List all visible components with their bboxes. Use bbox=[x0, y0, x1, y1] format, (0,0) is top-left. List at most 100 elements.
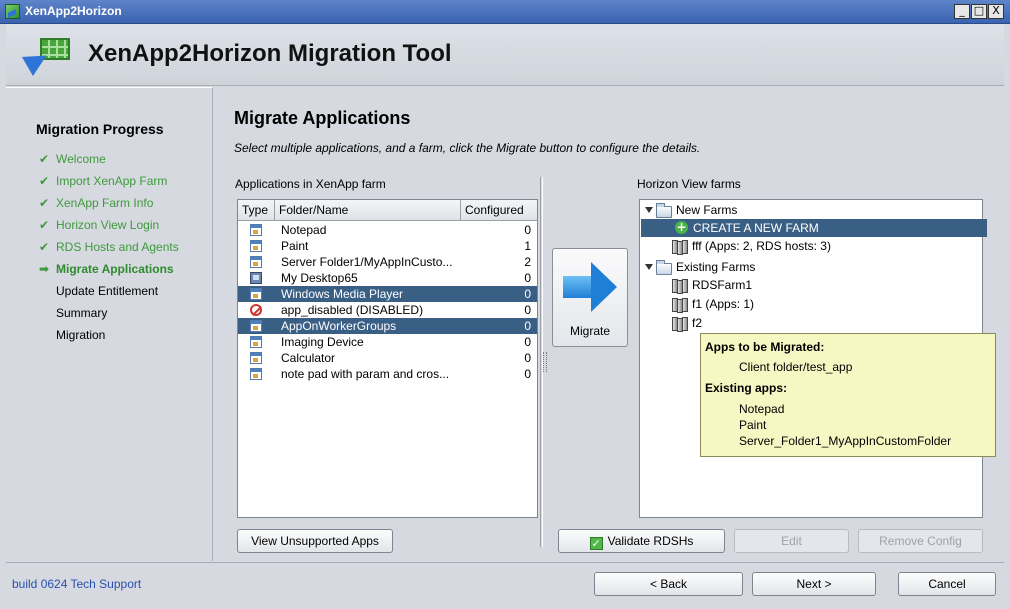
column-configured[interactable]: Configured bbox=[461, 200, 537, 220]
table-row[interactable]: Notepad 0 bbox=[238, 222, 537, 238]
add-icon: + bbox=[675, 220, 688, 234]
table-row[interactable]: Windows Media Player 0 bbox=[238, 286, 537, 302]
app-name: AppOnWorkerGroups bbox=[281, 319, 397, 333]
tooltip-existing-heading: Existing apps: bbox=[705, 381, 788, 395]
configured-count: 0 bbox=[524, 335, 531, 349]
column-type[interactable]: Type bbox=[238, 200, 275, 220]
farms-section-label: Horizon View farms bbox=[637, 177, 741, 191]
app-name: Server Folder1/MyAppInCusto... bbox=[281, 255, 453, 269]
expand-toggle-icon[interactable] bbox=[645, 264, 653, 270]
step-rds-hosts-and-agents: ✔ RDS Hosts and Agents bbox=[36, 236, 179, 258]
table-row[interactable]: Imaging Device 0 bbox=[238, 334, 537, 350]
view-unsupported-apps-button[interactable]: View Unsupported Apps bbox=[237, 529, 393, 553]
main-panel: Migrate Applications Select multiple app… bbox=[214, 87, 1004, 561]
arrow-right-icon: ➡ bbox=[38, 262, 50, 276]
app-icon bbox=[250, 288, 262, 300]
app-name: note pad with param and cros... bbox=[281, 367, 450, 381]
wizard-footer: build 0624 Tech Support < Back Next > Ca… bbox=[6, 562, 1004, 603]
back-button[interactable]: < Back bbox=[594, 572, 743, 596]
configured-count: 0 bbox=[524, 287, 531, 301]
progress-steps: ✔ Welcome ✔ Import XenApp Farm ✔ XenApp Far… bbox=[36, 148, 179, 346]
app-name: My Desktop65 bbox=[281, 271, 358, 285]
configured-count: 0 bbox=[524, 223, 531, 237]
step-import-xenapp-farm: ✔ Import XenApp Farm bbox=[36, 170, 179, 192]
validate-rdshs-button[interactable]: ✓ Validate RDSHs bbox=[558, 529, 725, 553]
arrow-right-icon bbox=[563, 262, 619, 312]
tooltip-migrate-heading: Apps to be Migrated: bbox=[705, 340, 825, 354]
farm-tooltip: Apps to be Migrated: Client folder/test_… bbox=[700, 333, 996, 457]
table-row[interactable]: app_disabled (DISABLED) 0 bbox=[238, 302, 537, 318]
app-icon bbox=[5, 4, 20, 19]
tree-node-f2[interactable]: f2 bbox=[692, 314, 702, 332]
app-icon bbox=[250, 256, 262, 268]
app-title: XenApp2Horizon Migration Tool bbox=[88, 40, 452, 67]
migrate-button-label: Migrate bbox=[569, 324, 610, 338]
table-row[interactable]: My Desktop65 0 bbox=[238, 270, 537, 286]
table-body: Notepad 0 Paint 1 Server Folder1/MyAppInCust… bbox=[238, 222, 537, 382]
edit-button[interactable]: Edit bbox=[734, 529, 849, 553]
page-title: Migrate Applications bbox=[234, 108, 411, 128]
next-button[interactable]: Next > bbox=[752, 572, 876, 596]
app-name: Imaging Device bbox=[281, 335, 364, 349]
check-icon: ✔ bbox=[38, 240, 50, 254]
progress-heading: Migration Progress bbox=[36, 121, 164, 137]
tooltip-migrate-item: Client folder/test_app bbox=[739, 360, 853, 374]
tree-node-new-farms[interactable]: New Farms bbox=[676, 201, 737, 219]
check-icon: ✔ bbox=[38, 152, 50, 166]
window-titlebar[interactable]: XenApp2Horizon _ □ X bbox=[0, 0, 1010, 24]
app-icon bbox=[250, 336, 262, 348]
step-horizon-view-login: ✔ Horizon View Login bbox=[36, 214, 179, 236]
app-icon bbox=[250, 368, 262, 380]
tree-node-f1[interactable]: f1 (Apps: 1) bbox=[692, 295, 754, 313]
table-row[interactable]: Server Folder1/MyAppInCusto... 2 bbox=[238, 254, 537, 270]
close-button[interactable]: X bbox=[988, 4, 1004, 19]
configured-count: 0 bbox=[524, 271, 531, 285]
tree-node-fff[interactable]: fff (Apps: 2, RDS hosts: 3) bbox=[692, 237, 831, 255]
folder-icon bbox=[656, 203, 672, 218]
table-row[interactable]: AppOnWorkerGroups 0 bbox=[238, 318, 537, 334]
applications-table[interactable]: Type Folder/Name Configured Notepad 0 Pain… bbox=[237, 199, 538, 518]
server-farm-icon bbox=[672, 240, 688, 255]
tooltip-existing-item: Server_Folder1_MyAppInCustomFolder bbox=[739, 434, 952, 448]
maximize-button[interactable]: □ bbox=[971, 4, 987, 19]
splitter-handle[interactable] bbox=[543, 352, 547, 372]
check-icon: ✔ bbox=[38, 174, 50, 188]
step-welcome: ✔ Welcome bbox=[36, 148, 179, 170]
app-name: app_disabled (DISABLED) bbox=[281, 303, 424, 317]
check-icon: ✔ bbox=[38, 196, 50, 210]
configured-count: 1 bbox=[524, 239, 531, 253]
configured-count: 0 bbox=[524, 319, 531, 333]
cancel-button[interactable]: Cancel bbox=[898, 572, 996, 596]
tree-node-create-new-farm[interactable]: + CREATE A NEW FARM bbox=[641, 219, 987, 237]
table-header: Type Folder/Name Configured bbox=[238, 200, 537, 221]
build-tech-support-link[interactable]: build 0624 Tech Support bbox=[12, 577, 141, 591]
app-icon bbox=[250, 240, 262, 252]
app-icon bbox=[250, 352, 262, 364]
column-folder-name[interactable]: Folder/Name bbox=[275, 200, 461, 220]
configured-count: 0 bbox=[524, 351, 531, 365]
tree-node-rdsfarm1[interactable]: RDSFarm1 bbox=[692, 276, 752, 294]
server-farm-icon bbox=[672, 317, 688, 332]
page-subtitle: Select multiple applications, and a farm… bbox=[234, 141, 701, 155]
table-row[interactable]: note pad with param and cros... 0 bbox=[238, 366, 537, 382]
step-migration: Migration bbox=[56, 328, 106, 342]
app-name: Calculator bbox=[281, 351, 336, 365]
minimize-button[interactable]: _ bbox=[954, 4, 970, 19]
server-farm-icon bbox=[672, 279, 688, 294]
configured-count: 0 bbox=[524, 303, 531, 317]
step-xenapp-farm-info: ✔ XenApp Farm Info bbox=[36, 192, 179, 214]
tooltip-existing-item: Paint bbox=[739, 418, 767, 432]
tree-node-existing-farms[interactable]: Existing Farms bbox=[676, 258, 755, 276]
table-row[interactable]: Calculator 0 bbox=[238, 350, 537, 366]
expand-toggle-icon[interactable] bbox=[645, 207, 653, 213]
step-update-entitlement: Update Entitlement bbox=[56, 284, 159, 298]
tooltip-existing-item: Notepad bbox=[739, 402, 785, 416]
checkmark-icon: ✓ bbox=[589, 537, 603, 550]
table-row[interactable]: Paint 1 bbox=[238, 238, 537, 254]
server-farm-icon bbox=[672, 298, 688, 313]
window-title: XenApp2Horizon bbox=[25, 4, 122, 18]
migrate-button[interactable]: Migrate bbox=[552, 248, 628, 347]
disabled-icon bbox=[250, 304, 262, 316]
remove-config-button[interactable]: Remove Config bbox=[858, 529, 983, 553]
configured-count: 0 bbox=[524, 367, 531, 381]
